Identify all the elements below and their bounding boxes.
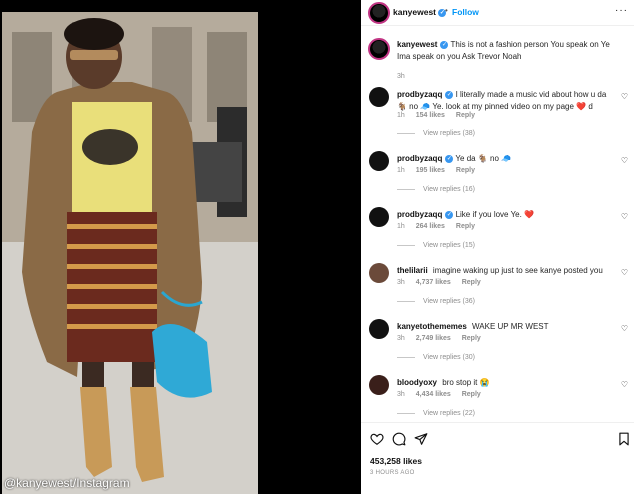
comment-text: kanyetothememes WAKE UP MR WEST — [397, 321, 612, 333]
post-timestamp: 3 HOURS AGO — [370, 470, 415, 476]
like-comment-heart-icon[interactable]: ♡ — [621, 324, 628, 333]
post-actions: 453,258 likes 3 HOURS AGO — [361, 422, 634, 494]
like-comment-heart-icon[interactable]: ♡ — [621, 380, 628, 389]
post-header: kanyewest ✓ • Follow ··· — [361, 0, 634, 26]
verified-badge-icon: ✓ — [445, 210, 454, 219]
comment-meta: 3h 2,749 likes Reply — [397, 335, 490, 342]
comments-list: kanyewest ✓ This is not a fashion person … — [361, 27, 634, 422]
comment-username[interactable]: prodbyzaqq — [397, 154, 442, 163]
comment-time: 1h — [397, 167, 405, 174]
caption-avatar[interactable] — [368, 38, 390, 60]
more-options-icon[interactable]: ··· — [615, 5, 628, 16]
post-likes-count[interactable]: 453,258 likes — [370, 456, 422, 466]
comment-username[interactable]: thelilarii — [397, 266, 428, 275]
comment-meta: 3h 4,434 likes Reply — [397, 391, 490, 398]
verified-badge-icon: ✓ — [440, 40, 449, 49]
follow-button[interactable]: Follow — [452, 7, 479, 17]
comment-time: 1h — [397, 223, 405, 230]
comment-body: WAKE UP MR WEST — [472, 322, 549, 331]
comment-likes[interactable]: 4,737 likes — [416, 279, 451, 286]
share-send-icon[interactable] — [414, 432, 428, 446]
commenter-avatar[interactable] — [369, 151, 389, 171]
author-name[interactable]: kanyewest — [393, 7, 436, 17]
view-replies-link[interactable]: View replies (16) — [397, 186, 475, 193]
caption-username[interactable]: kanyewest — [397, 40, 437, 49]
photo-area: @kanyewest/Instagram — [0, 0, 361, 494]
comment-time: 3h — [397, 335, 405, 342]
view-replies-link[interactable]: View replies (36) — [397, 298, 475, 305]
caption-meta: 3h — [397, 73, 414, 80]
comment-body: bro stop it 😭 — [442, 378, 490, 387]
comment-time: 3h — [397, 391, 405, 398]
post-panel: kanyewest ✓ • Follow ··· kanyewest ✓ This… — [361, 0, 634, 494]
comment-meta: 1h 154 likes Reply — [397, 112, 484, 119]
reply-button[interactable]: Reply — [462, 391, 481, 398]
photo-watermark: @kanyewest/Instagram — [4, 476, 130, 490]
reply-button[interactable]: Reply — [462, 279, 481, 286]
view-replies-link[interactable]: View replies (22) — [397, 410, 475, 417]
comment-username[interactable]: prodbyzaqq — [397, 90, 442, 99]
comment-likes[interactable]: 4,434 likes — [416, 391, 451, 398]
comment-text: thelilarii imagine waking up just to see… — [397, 265, 612, 277]
comment-username[interactable]: prodbyzaqq — [397, 210, 442, 219]
reply-button[interactable]: Reply — [462, 335, 481, 342]
comment-meta: 1h 264 likes Reply — [397, 223, 484, 230]
caption-time: 3h — [397, 73, 405, 80]
reply-button[interactable]: Reply — [456, 167, 475, 174]
post-photo — [2, 12, 258, 494]
commenter-avatar[interactable] — [369, 375, 389, 395]
reply-button[interactable]: Reply — [456, 112, 475, 119]
comment-meta: 3h 4,737 likes Reply — [397, 279, 490, 286]
comment-time: 1h — [397, 112, 405, 119]
verified-badge-icon: ✓ — [445, 154, 454, 163]
save-bookmark-icon[interactable] — [617, 432, 631, 446]
comment-body: imagine waking up just to see kanye post… — [432, 266, 603, 275]
comment-bubble-icon[interactable] — [392, 432, 406, 446]
reply-button[interactable]: Reply — [456, 223, 475, 230]
like-heart-icon[interactable] — [370, 432, 384, 446]
comment-body: Ye da 🐐 no 🧢 — [455, 154, 512, 163]
like-comment-heart-icon[interactable]: ♡ — [621, 92, 628, 101]
comment-likes[interactable]: 2,749 likes — [416, 335, 451, 342]
comment-body: Like if you love Ye. ❤️ — [455, 210, 535, 219]
like-comment-heart-icon[interactable]: ♡ — [621, 156, 628, 165]
comment-username[interactable]: kanyetothememes — [397, 322, 467, 331]
comment-likes[interactable]: 195 likes — [416, 167, 445, 174]
comment-meta: 1h 195 likes Reply — [397, 167, 484, 174]
caption-text: kanyewest ✓ This is not a fashion person … — [397, 39, 612, 63]
comment-username[interactable]: bloodyoxy — [397, 378, 437, 387]
commenter-avatar[interactable] — [369, 263, 389, 283]
commenter-avatar[interactable] — [369, 319, 389, 339]
like-comment-heart-icon[interactable]: ♡ — [621, 268, 628, 277]
author-username[interactable]: kanyewest ✓ — [393, 7, 447, 17]
commenter-avatar[interactable] — [369, 87, 389, 107]
separator-dot: • — [445, 6, 448, 15]
verified-badge-icon: ✓ — [445, 90, 454, 99]
commenter-avatar[interactable] — [369, 207, 389, 227]
comment-text: prodbyzaqq ✓ I literally made a music vid… — [397, 89, 612, 113]
author-avatar[interactable] — [368, 2, 390, 24]
view-replies-link[interactable]: View replies (15) — [397, 242, 475, 249]
comment-text: prodbyzaqq ✓ Like if you love Ye. ❤️ — [397, 209, 612, 221]
comment-text: prodbyzaqq ✓ Ye da 🐐 no 🧢 — [397, 153, 612, 165]
comment-text: bloodyoxy bro stop it 😭 — [397, 377, 612, 389]
view-replies-link[interactable]: View replies (38) — [397, 130, 475, 137]
view-replies-link[interactable]: View replies (30) — [397, 354, 475, 361]
comment-time: 3h — [397, 279, 405, 286]
comment-likes[interactable]: 154 likes — [416, 112, 445, 119]
comment-likes[interactable]: 264 likes — [416, 223, 445, 230]
like-comment-heart-icon[interactable]: ♡ — [621, 212, 628, 221]
